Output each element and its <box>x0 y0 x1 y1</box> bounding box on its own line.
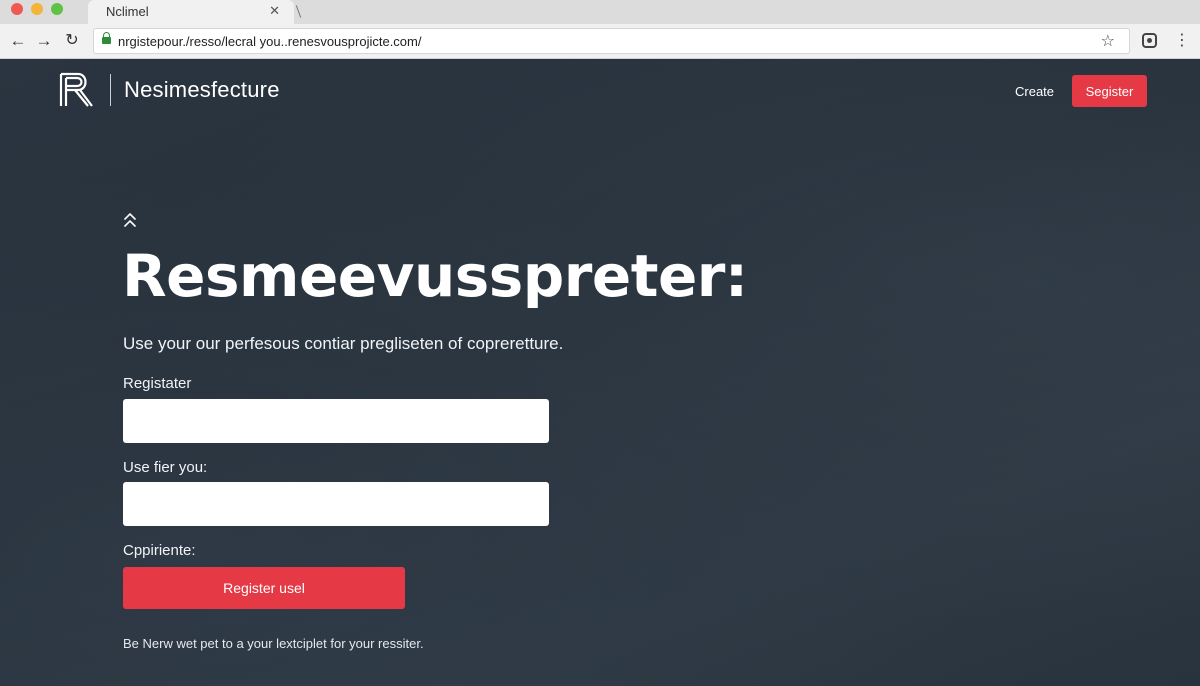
page-subtitle: Use your our perfesous contiar pregliset… <box>123 334 564 353</box>
url-text[interactable]: nrgistepour./resso/lecral you..renesvous… <box>118 34 421 49</box>
forward-arrow-icon[interactable]: → <box>33 30 55 52</box>
create-link[interactable]: Create <box>1015 84 1054 99</box>
bookmark-star-icon[interactable]: ☆ <box>1101 31 1115 51</box>
address-bar[interactable]: nrgistepour./resso/lecral you..renesvous… <box>93 28 1130 54</box>
extension-icon[interactable] <box>1142 33 1157 48</box>
tab-title: Nclimel <box>106 4 149 19</box>
field2-label: Use fier you: <box>123 459 208 476</box>
browser-toolbar: ← → ↻ nrgistepour./resso/lecral you..ren… <box>0 24 1200 59</box>
minimize-window-button[interactable] <box>31 3 43 15</box>
tab-close-icon[interactable]: ✕ <box>269 3 280 19</box>
browser-chrome: Nclimel ✕ ← → ↻ nrgistepour./resso/lecra… <box>0 0 1200 59</box>
field3-label: Cppiriente: <box>123 542 196 559</box>
registration-input[interactable] <box>123 399 549 443</box>
logo-icon[interactable] <box>58 71 94 109</box>
chevron-up-icon <box>122 211 138 235</box>
lock-icon <box>102 32 111 46</box>
close-window-button[interactable] <box>11 3 23 15</box>
page-content: Nesimesfecture Create Segister Resmeevus… <box>0 59 1200 686</box>
user-input[interactable] <box>123 482 549 526</box>
header-divider <box>110 74 111 106</box>
tab-strip: Nclimel ✕ <box>0 0 1200 24</box>
back-arrow-icon[interactable]: ← <box>7 30 29 52</box>
browser-menu-icon[interactable]: ⋮ <box>1174 30 1190 52</box>
brand-name[interactable]: Nesimesfecture <box>124 77 280 103</box>
header-register-button[interactable]: Segister <box>1072 75 1147 107</box>
browser-tab[interactable]: Nclimel ✕ <box>88 0 294 24</box>
register-user-button[interactable]: Register usel <box>123 567 405 609</box>
new-tab-button[interactable] <box>295 5 302 18</box>
maximize-window-button[interactable] <box>51 3 63 15</box>
field1-label: Registater <box>123 375 192 392</box>
footer-note: Be Nerw wet pet to a your lextciplet for… <box>123 636 424 651</box>
page-title: Resmeevusspreter: <box>122 242 748 310</box>
reload-icon[interactable]: ↻ <box>61 30 83 52</box>
